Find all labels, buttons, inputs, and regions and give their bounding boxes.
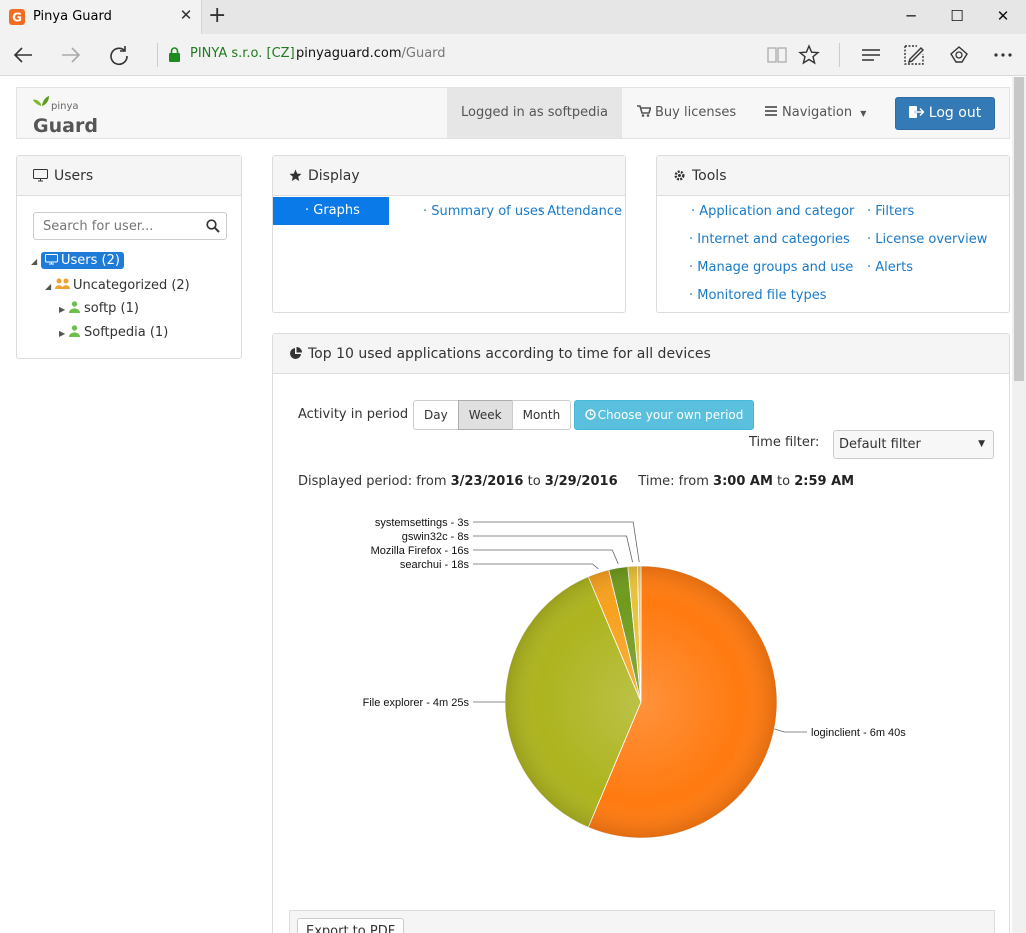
hub-icon[interactable] — [857, 42, 885, 68]
browser-titlebar: G Pinya Guard ✕ + ─ ☐ ✕ — [0, 0, 1026, 34]
display-link-summary[interactable]: · Summary of uses — [423, 204, 545, 219]
back-arrow-icon[interactable] — [10, 42, 38, 68]
pie-leader-line — [473, 549, 619, 565]
pie-leader-line — [473, 535, 633, 563]
pie-slice-label: loginclient - 6m 40s — [811, 727, 906, 739]
maximize-icon[interactable]: ☐ — [934, 4, 980, 30]
scrollbar-thumb[interactable] — [1014, 77, 1024, 381]
star-icon — [289, 169, 302, 181]
tools-link-monitored-file-types[interactable]: · Monitored file types — [689, 288, 827, 303]
menu-bars-icon — [765, 106, 777, 116]
users-panel-header: Users — [17, 156, 241, 196]
collapsed-triangle-icon[interactable]: ▶ — [59, 329, 69, 338]
caret-down-icon: ▼ — [860, 109, 867, 118]
tab-close-icon[interactable]: ✕ — [178, 6, 194, 24]
navigation-dropdown[interactable]: Navigation ▼ — [765, 88, 866, 138]
tools-panel: Tools · Application and categor · Filter… — [656, 155, 1010, 313]
user-icon — [69, 325, 80, 337]
search-icon[interactable] — [206, 219, 220, 233]
monitor-icon — [33, 169, 48, 182]
tree-node-uncategorized[interactable]: ◢ Uncategorized (2) — [45, 278, 190, 293]
logout-button[interactable]: Log out — [895, 97, 995, 130]
web-note-icon[interactable] — [900, 42, 928, 68]
expanded-triangle-icon[interactable]: ◢ — [45, 282, 55, 291]
share-icon[interactable] — [945, 42, 973, 68]
window-close-icon[interactable]: ✕ — [980, 4, 1026, 30]
minimize-icon[interactable]: ─ — [888, 4, 934, 30]
lock-icon — [169, 47, 180, 62]
tools-panel-header: Tools — [657, 156, 1009, 196]
tree-node-softpedia[interactable]: ▶ Softpedia (1) — [59, 325, 168, 340]
pie-slice-label: searchui - 18s — [400, 559, 470, 571]
tools-link-license-overview[interactable]: · License overview — [867, 232, 987, 247]
users-panel: Users ◢Users (2) ◢Uncategorized (2) ▶sof… — [16, 155, 242, 359]
pie-slice-label: File explorer - 4m 25s — [363, 697, 470, 709]
monitor-icon — [45, 254, 58, 265]
export-bar: Export to PDF — [289, 910, 995, 933]
browser-navbar: PINYA s.r.o. [CZ] pinyaguard.com/Guard — [0, 34, 1026, 76]
pie-slice-label: gswin32c - 8s — [402, 531, 470, 543]
logged-in-label: Logged in as softpedia — [447, 88, 622, 138]
logout-icon — [908, 106, 925, 118]
chart-panel: Top 10 used applications according to ti… — [272, 333, 1010, 933]
app-header: pinya Guard Logged in as softpedia Buy l… — [16, 87, 1010, 139]
favorite-star-icon[interactable] — [795, 42, 823, 68]
forward-arrow-icon[interactable] — [56, 42, 84, 68]
display-link-attendance[interactable]: · Attendance — [539, 204, 622, 219]
svg-text:G: G — [12, 11, 22, 25]
svg-text:pinya: pinya — [51, 101, 79, 112]
pie-chart: loginclient - 6m 40s File explorer - 4m 2… — [363, 517, 906, 839]
tab-title: Pinya Guard — [33, 9, 112, 24]
web-page: pinya Guard Logged in as softpedia Buy l… — [0, 77, 1012, 933]
divider — [157, 43, 158, 67]
display-panel: Display · Graphs · Summary of uses · Att… — [272, 155, 626, 313]
tools-link-filters[interactable]: · Filters — [867, 204, 914, 219]
user-search-input[interactable] — [33, 212, 227, 240]
tools-link-alerts[interactable]: · Alerts — [867, 260, 913, 275]
tree-node-softp[interactable]: ▶ softp (1) — [59, 301, 139, 316]
user-icon — [69, 301, 80, 313]
pie-leader-line — [473, 563, 599, 570]
page-scrollbar[interactable] — [1012, 77, 1026, 933]
refresh-icon[interactable] — [105, 42, 133, 68]
address-bar[interactable]: pinyaguard.com/Guard — [296, 46, 446, 61]
new-tab-icon[interactable]: + — [208, 4, 226, 28]
pie-slice-label: systemsettings - 3s — [375, 517, 470, 529]
export-pdf-button[interactable]: Export to PDF — [297, 918, 405, 933]
tree-node-users[interactable]: ◢ Users (2) — [31, 252, 124, 269]
pie-slice-label: Mozilla Firefox - 16s — [371, 545, 470, 557]
tools-link-internet-categories[interactable]: · Internet and categories — [689, 232, 850, 247]
divider — [839, 43, 840, 67]
certificate-label[interactable]: PINYA s.r.o. [CZ] — [190, 46, 295, 61]
buy-licenses-link[interactable]: Buy licenses — [637, 88, 736, 138]
browser-tab[interactable]: G Pinya Guard ✕ — [0, 0, 202, 34]
collapsed-triangle-icon[interactable]: ▶ — [59, 305, 69, 314]
expanded-triangle-icon[interactable]: ◢ — [31, 257, 41, 266]
pie-leader-line — [774, 728, 807, 733]
display-panel-header: Display — [273, 156, 625, 196]
group-icon — [55, 278, 70, 289]
reading-view-icon[interactable] — [763, 42, 791, 68]
cart-icon — [637, 105, 652, 117]
tools-link-manage-groups[interactable]: · Manage groups and use — [689, 260, 853, 275]
gear-icon — [674, 170, 685, 181]
more-icon[interactable] — [989, 42, 1017, 68]
pinya-favicon-icon: G — [9, 9, 25, 25]
tools-link-app-categories[interactable]: · Application and categor — [691, 204, 854, 219]
pinya-guard-logo: pinya Guard — [33, 96, 98, 134]
pie-leader-line — [473, 521, 640, 563]
display-tab-graphs[interactable]: · Graphs — [273, 197, 389, 225]
